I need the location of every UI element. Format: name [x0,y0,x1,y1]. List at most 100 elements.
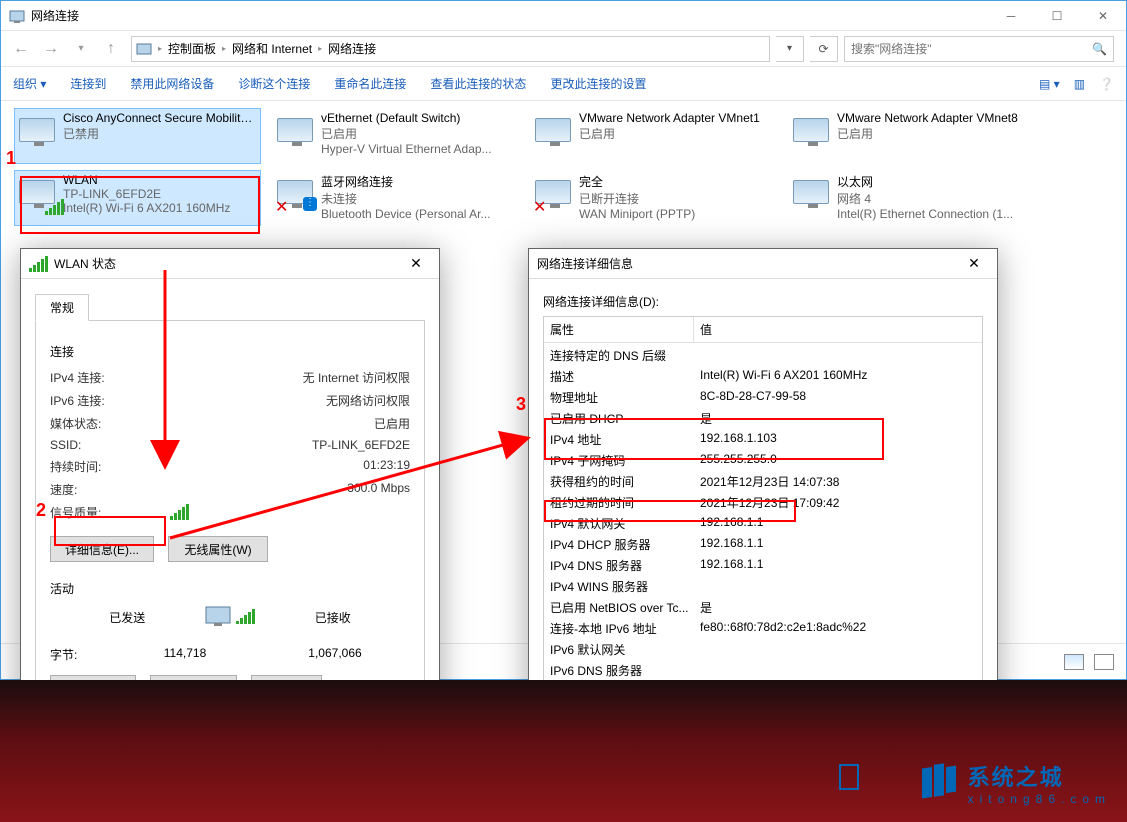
detail-value: 2021年12月23日 17:09:42 [700,494,976,511]
details-row[interactable]: 获得租约的时间2021年12月23日 14:07:38 [544,471,982,492]
search-input[interactable] [851,42,1092,56]
toolbar-item[interactable]: 查看此连接的状态 [430,75,526,92]
details-label: 网络连接详细信息(D): [543,293,983,310]
adapter-name: Cisco AnyConnect Secure Mobility Client … [63,111,258,125]
details-row[interactable]: IPv4 DHCP 服务器192.168.1.1 [544,534,982,555]
status-key: SSID: [50,438,170,452]
adapter-name: VMware Network Adapter VMnet1 [579,111,774,125]
detail-value: 192.168.1.1 [700,557,976,574]
details-row[interactable]: 已启用 DHCP是 [544,408,982,429]
dialog-titlebar: 网络连接详细信息 ✕ [529,249,997,279]
adapter-name: 完全 [579,173,774,190]
details-row[interactable]: 已启用 NetBIOS over Tc...是 [544,597,982,618]
help-icon[interactable]: ❔ [1099,77,1114,91]
search-box[interactable]: 🔍 [844,36,1114,62]
refresh-dropdown[interactable]: ▾ [776,36,804,62]
detail-value: 是 [700,410,976,427]
list-view-icon[interactable] [1094,654,1114,670]
details-button[interactable]: 详细信息(E)... [50,536,154,562]
back-button[interactable]: ← [7,35,35,63]
breadcrumb-item[interactable]: 网络和 Internet [232,40,312,57]
toolbar-item[interactable]: 重命名此连接 [334,75,406,92]
detail-key: 连接-本地 IPv6 地址 [550,620,700,637]
received-label: 已接收 [315,609,351,626]
adapter-bluetooth[interactable]: ✕ ⋮ 蓝牙网络连接 未连接 Bluetooth Device (Persona… [273,171,518,225]
toolbar-item[interactable]: 禁用此网络设备 [130,75,214,92]
details-row[interactable]: 物理地址8C-8D-28-C7-99-58 [544,387,982,408]
col-value[interactable]: 值 [694,317,718,342]
breadcrumb-item[interactable]: 控制面板 [168,40,216,57]
adapter-vmnet1[interactable]: VMware Network Adapter VMnet1 已启用 [531,109,776,163]
bytes-received: 1,067,066 [260,646,410,663]
status-value: 01:23:19 [170,458,410,475]
window-icon [9,8,25,24]
preview-pane-icon[interactable]: ▥ [1074,77,1085,91]
detail-key: IPv4 地址 [550,431,700,448]
adapter-vethernet[interactable]: vEthernet (Default Switch) 已启用 Hyper-V V… [273,109,518,163]
detail-value [700,347,976,364]
adapter-vmnet8[interactable]: VMware Network Adapter VMnet8 已启用 [789,109,1034,163]
adapter-name: VMware Network Adapter VMnet8 [837,111,1032,125]
minimize-button[interactable]: ─ [988,1,1034,31]
forward-button[interactable]: → [37,35,65,63]
toolbar-item[interactable]: 连接到 [70,75,106,92]
adapter-cisco[interactable]: Cisco AnyConnect Secure Mobility Client … [15,109,260,163]
detail-key: IPv4 默认网关 [550,515,700,532]
toolbar-item[interactable]: 更改此连接的设置 [550,75,646,92]
details-row[interactable]: IPv4 子网掩码255.255.255.0 [544,450,982,471]
breadcrumb-item[interactable]: 网络连接 [328,40,376,57]
refresh-button[interactable]: ⟳ [810,36,838,62]
details-row[interactable]: 描述Intel(R) Wi-Fi 6 AX201 160MHz [544,366,982,387]
detail-key: 已启用 NetBIOS over Tc... [550,599,700,616]
adapter-status: 已启用 [321,125,516,142]
history-dropdown[interactable]: ▾ [67,35,95,63]
toolbar-item[interactable]: 诊断这个连接 [238,75,310,92]
details-row[interactable]: 租约过期的时间2021年12月23日 17:09:42 [544,492,982,513]
organize-menu[interactable]: 组织 ▾ [13,75,46,92]
detail-value: 192.168.1.1 [700,515,976,532]
search-icon[interactable]: 🔍 [1092,42,1107,56]
details-row[interactable]: IPv6 DNS 服务器 [544,660,982,681]
adapter-wlan[interactable]: WLAN TP-LINK_6EFD2E Intel(R) Wi-Fi 6 AX2… [15,171,260,225]
details-table: 属性 值 连接特定的 DNS 后缀描述Intel(R) Wi-Fi 6 AX20… [543,316,983,736]
details-row[interactable]: IPv4 地址192.168.1.103 [544,429,982,450]
watermark-box [839,764,859,790]
view-menu-icon[interactable]: ▤ ▾ [1039,77,1060,91]
close-icon[interactable]: ✕ [401,255,431,272]
detail-value: fe80::68f0:78d2:c2e1:8adc%22 [700,620,976,637]
address-bar: ← → ▾ ↑ ▸ 控制面板 ▸ 网络和 Internet ▸ 网络连接 ▾ ⟳… [1,31,1126,67]
signal-quality-value [170,504,410,521]
col-property[interactable]: 属性 [544,317,694,342]
adapter-device: WAN Miniport (PPTP) [579,207,774,221]
detail-key: 获得租约的时间 [550,473,700,490]
adapter-wan[interactable]: ✕ 完全 已断开连接 WAN Miniport (PPTP) [531,171,776,225]
adapter-ethernet[interactable]: 以太网 网络 4 Intel(R) Ethernet Connection (1… [789,171,1034,225]
adapter-status: 网络 4 [837,190,1032,207]
close-icon[interactable]: ✕ [959,255,989,272]
maximize-button[interactable]: ☐ [1034,1,1080,31]
status-value: 无 Internet 访问权限 [170,369,410,386]
bytes-label: 字节: [50,646,110,663]
status-value: TP-LINK_6EFD2E [170,438,410,452]
detail-value: 192.168.1.1 [700,536,976,553]
logo-icon [918,763,958,803]
details-row[interactable]: IPv6 默认网关 [544,639,982,660]
details-row[interactable]: IPv4 DNS 服务器192.168.1.1 [544,555,982,576]
status-key: 媒体状态: [50,415,170,432]
section-connection: 连接 [50,343,410,360]
details-row[interactable]: IPv4 WINS 服务器 [544,576,982,597]
details-row[interactable]: IPv4 默认网关192.168.1.1 [544,513,982,534]
adapter-status: 已禁用 [63,125,258,142]
status-key: 速度: [50,481,170,498]
tab-general[interactable]: 常规 [35,294,89,321]
breadcrumb-bar[interactable]: ▸ 控制面板 ▸ 网络和 Internet ▸ 网络连接 [131,36,770,62]
detail-key: IPv6 DNS 服务器 [550,662,700,679]
details-row[interactable]: 连接-本地 IPv6 地址fe80::68f0:78d2:c2e1:8adc%2… [544,618,982,639]
details-view-icon[interactable] [1064,654,1084,670]
activity-icon [204,605,255,630]
wireless-props-button[interactable]: 无线属性(W) [168,536,268,562]
up-button[interactable]: ↑ [97,35,125,63]
detail-key: 物理地址 [550,389,700,406]
close-button[interactable]: ✕ [1080,1,1126,31]
details-row[interactable]: 连接特定的 DNS 后缀 [544,345,982,366]
